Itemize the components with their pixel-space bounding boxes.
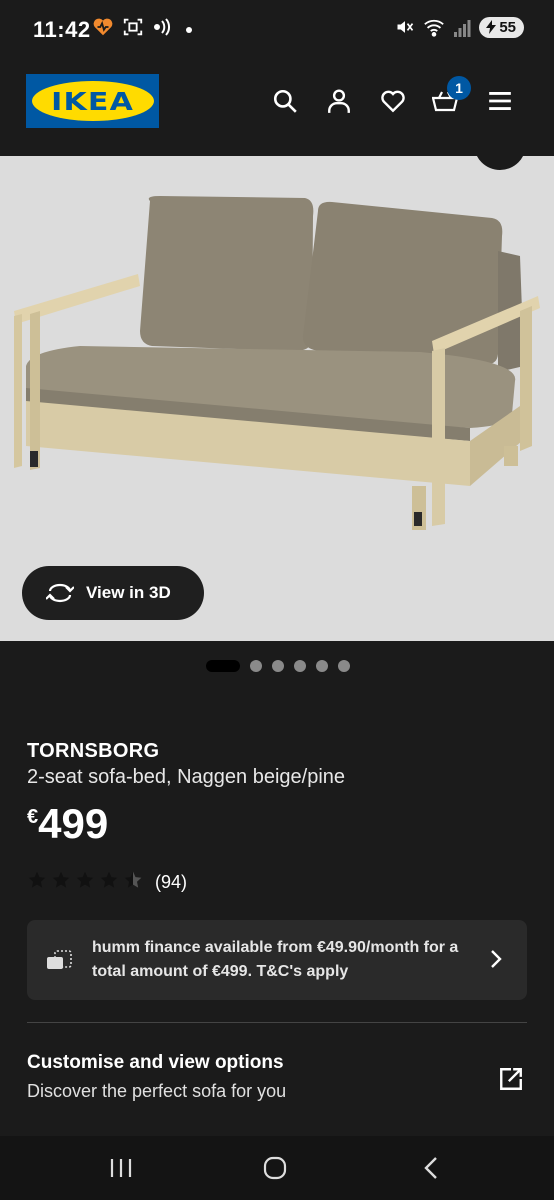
- signal-icon: [454, 20, 471, 37]
- view-in-3d-label: View in 3D: [86, 583, 171, 602]
- finance-calculator-icon: [47, 950, 72, 969]
- finance-banner[interactable]: humm finance available from €49.90/month…: [27, 920, 527, 1000]
- battery-level: 55: [499, 18, 516, 36]
- search-icon[interactable]: [272, 88, 298, 114]
- star-icon: [28, 871, 46, 888]
- product-name: TORNSBORG: [27, 740, 160, 762]
- price-currency: €: [27, 806, 39, 828]
- ikea-logo-oval: IKEA: [31, 81, 154, 121]
- status-time: 11:42: [33, 17, 91, 42]
- product-price: € 499: [27, 798, 108, 850]
- review-count[interactable]: (94): [155, 872, 187, 893]
- rotate-3d-icon: [46, 583, 74, 603]
- heart-icon[interactable]: [380, 88, 406, 114]
- mute-icon: [397, 21, 414, 33]
- status-right-icons: 55: [395, 16, 524, 38]
- app-header: IKEA 1: [0, 48, 554, 156]
- carousel-dot-active[interactable]: [206, 660, 240, 672]
- screen-capture-icon: [123, 18, 143, 36]
- cart-count-badge: 1: [447, 76, 471, 100]
- star-icon: [100, 871, 118, 888]
- star-icon: [76, 871, 94, 888]
- carousel-dot[interactable]: [250, 660, 262, 672]
- rating-stars[interactable]: [27, 870, 143, 890]
- carousel-dot[interactable]: [272, 660, 284, 672]
- view-in-3d-button[interactable]: View in 3D: [22, 566, 204, 620]
- back-icon[interactable]: [422, 1156, 442, 1180]
- product-image[interactable]: View in 3D: [0, 156, 554, 641]
- chevron-right-icon: [491, 950, 502, 968]
- system-nav-bar: [0, 1136, 554, 1200]
- star-icon: [52, 871, 70, 888]
- star-icon: [124, 871, 142, 888]
- ikea-logo[interactable]: IKEA: [26, 74, 159, 128]
- carousel-dots[interactable]: [206, 660, 350, 672]
- product-description: 2-seat sofa-bed, Naggen beige/pine: [27, 766, 346, 788]
- home-icon[interactable]: [262, 1156, 288, 1180]
- ikea-logo-text: IKEA: [51, 86, 134, 116]
- heart-pulse-icon: [93, 18, 113, 36]
- battery-icon: 55: [479, 16, 524, 38]
- menu-icon[interactable]: [487, 88, 513, 114]
- external-link-icon[interactable]: [498, 1066, 524, 1092]
- nfc-icon: [154, 18, 170, 36]
- status-left-icons: [92, 16, 194, 38]
- finance-text: humm finance available from €49.90/month…: [92, 939, 459, 980]
- carousel-dot[interactable]: [338, 660, 350, 672]
- divider: [27, 1022, 527, 1023]
- wifi-icon: [424, 19, 445, 37]
- dot-icon: [186, 27, 192, 33]
- recent-apps-icon[interactable]: [108, 1156, 134, 1180]
- customise-title[interactable]: Customise and view options: [27, 1052, 284, 1074]
- carousel-dot[interactable]: [294, 660, 306, 672]
- account-icon[interactable]: [326, 88, 352, 114]
- price-amount: 499: [38, 800, 109, 847]
- customise-subtitle: Discover the perfect sofa for you: [27, 1081, 287, 1101]
- carousel-dot[interactable]: [316, 660, 328, 672]
